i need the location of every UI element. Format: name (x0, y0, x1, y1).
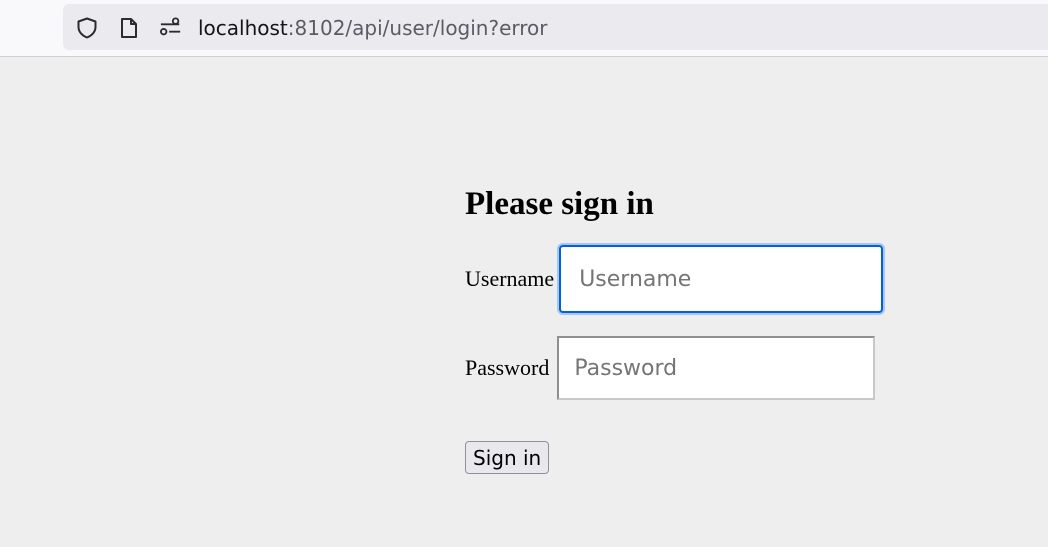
password-row: Password (465, 336, 876, 400)
username-label: Username (465, 266, 555, 291)
url-host: localhost (198, 16, 288, 40)
username-input[interactable] (559, 245, 884, 313)
login-form: Please sign in Username Password Sign in (465, 185, 884, 474)
address-bar[interactable]: localhost:8102/api/user/login?error (63, 4, 1048, 50)
password-input[interactable] (557, 336, 876, 400)
url-path: :8102/api/user/login?error (287, 16, 548, 40)
page-title: Please sign in (465, 186, 654, 222)
url-text[interactable]: localhost:8102/api/user/login?error (198, 14, 548, 42)
username-row: Username (465, 245, 884, 313)
page-content: Please sign in Username Password Sign in (0, 57, 1048, 547)
permissions-icon[interactable] (160, 17, 182, 39)
shield-icon[interactable] (76, 17, 98, 39)
page-icon[interactable] (118, 17, 140, 39)
browser-toolbar: localhost:8102/api/user/login?error (0, 0, 1048, 57)
password-label: Password (465, 355, 550, 380)
sign-in-button[interactable]: Sign in (465, 441, 550, 474)
